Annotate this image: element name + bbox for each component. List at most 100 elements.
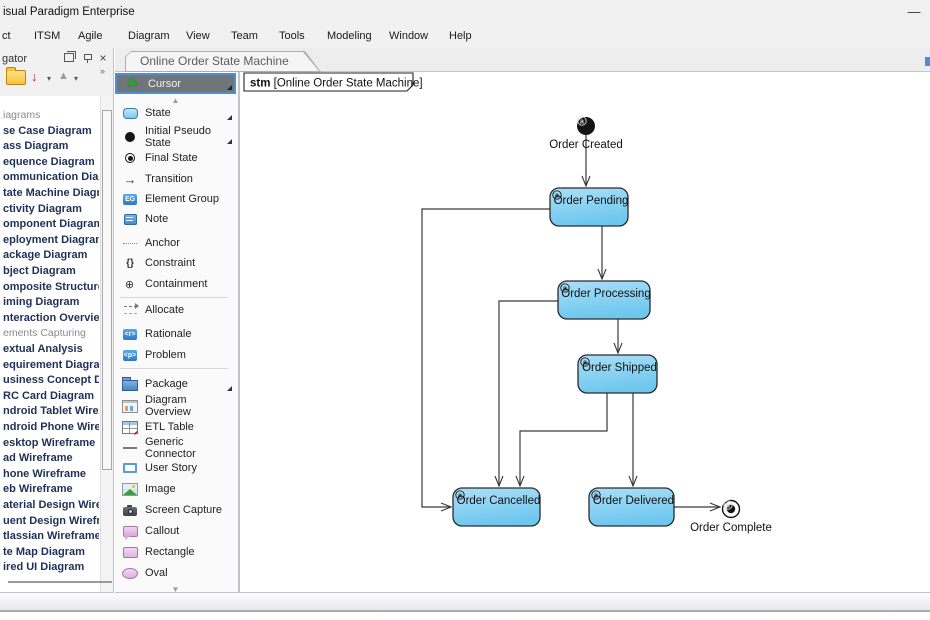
flyout-corner-icon — [227, 115, 232, 120]
state-order-processing[interactable]: Order Processing — [558, 281, 651, 319]
tool-rectangle[interactable]: Rectangle — [122, 543, 234, 561]
tool-containment[interactable]: Containment — [122, 275, 234, 293]
state-order-shipped[interactable]: Order Shipped — [578, 355, 657, 393]
float-panel-icon[interactable] — [62, 51, 76, 64]
image-icon — [122, 482, 138, 496]
tool-label: Oval — [145, 567, 168, 579]
nav-item-hone-wireframe[interactable]: hone Wireframe — [3, 467, 99, 482]
transition-shipped-to-cancelled[interactable] — [520, 393, 607, 486]
nav-item-equence-diagram[interactable]: equence Diagram — [3, 155, 99, 170]
chevron-down-icon[interactable]: ▾ — [47, 74, 51, 83]
menu-team[interactable]: Team — [231, 30, 258, 42]
tool-label: Constraint — [145, 257, 195, 269]
nav-item-te-map-diagram[interactable]: te Map Diagram — [3, 545, 99, 560]
menu-tools[interactable]: Tools — [279, 30, 305, 42]
nav-item-ackage-diagram[interactable]: ackage Diagram — [3, 248, 99, 263]
nav-item-usiness-concept-diagram[interactable]: usiness Concept Diagram — [3, 373, 99, 388]
diagram-tab-label[interactable]: Online Order State Machine — [126, 52, 319, 71]
nav-item-iming-diagram[interactable]: iming Diagram — [3, 295, 99, 310]
menu-modeling[interactable]: Modeling — [327, 30, 372, 42]
transition-processing-to-cancelled[interactable] — [499, 301, 558, 486]
tool-user-story[interactable]: User Story — [122, 459, 234, 477]
toolbar-overflow-icon[interactable]: » — [100, 66, 105, 76]
state-order-delivered[interactable]: Order Delivered — [589, 488, 674, 526]
nav-item-bject-diagram[interactable]: bject Diagram — [3, 264, 99, 279]
tool-note[interactable]: Note — [122, 210, 234, 228]
tool-callout[interactable]: Callout — [122, 522, 234, 540]
transition-pending-to-cancelled[interactable] — [422, 209, 550, 507]
tool-oval[interactable]: Oval — [122, 564, 234, 582]
nav-item-eb-wireframe[interactable]: eb Wireframe — [3, 482, 99, 497]
menu-diagram[interactable]: Diagram — [128, 30, 170, 42]
scrollbar-thumb[interactable] — [102, 110, 112, 470]
tab-bar-edge-widget[interactable] — [925, 57, 930, 66]
nav-item-ired-ui-diagram[interactable]: ired UI Diagram — [3, 560, 99, 575]
nav-item-ass-diagram[interactable]: ass Diagram — [3, 139, 99, 154]
tool-image[interactable]: Image — [122, 480, 234, 498]
tool-generic-connector[interactable]: Generic Connector — [122, 439, 234, 457]
tool-state[interactable]: State — [122, 104, 234, 122]
tool-label: Initial Pseudo State — [145, 125, 234, 149]
tool-etl-table[interactable]: ETL Table — [122, 418, 234, 436]
navigator-vertical-scrollbar[interactable] — [100, 96, 113, 592]
tool-element-group[interactable]: EG Element Group — [122, 190, 234, 208]
nav-item-eployment-diagram[interactable]: eployment Diagram — [3, 233, 99, 248]
nav-item-ndroid-phone-wireframe[interactable]: ndroid Phone Wireframe — [3, 420, 99, 435]
nav-item-ndroid-tablet-wireframe[interactable]: ndroid Tablet Wireframe — [3, 404, 99, 419]
tool-cursor[interactable]: Cursor — [115, 73, 236, 94]
tool-final-state[interactable]: Final State — [122, 149, 234, 167]
pin-panel-icon[interactable] — [80, 51, 94, 64]
tool-constraint[interactable]: Constraint — [122, 254, 234, 272]
containment-icon — [122, 277, 138, 291]
tool-anchor[interactable]: Anchor — [122, 234, 234, 252]
nav-item-se-case-diagram[interactable]: se Case Diagram — [3, 124, 99, 139]
open-folder-icon[interactable] — [6, 70, 26, 85]
tool-label: Note — [145, 213, 168, 225]
nav-item-uent-design-wireframe[interactable]: uent Design Wireframe — [3, 514, 99, 529]
tool-problem[interactable]: <p>Problem — [122, 346, 234, 364]
state-order-cancelled[interactable]: Order Cancelled — [453, 488, 540, 526]
nav-item-tlassian-wireframe[interactable]: tlassian Wireframe — [3, 529, 99, 544]
tool-allocate[interactable]: Allocate — [122, 301, 234, 319]
tool-package[interactable]: Package — [122, 375, 234, 393]
element-group-icon: EG — [122, 192, 138, 206]
final-state[interactable]: Order Complete — [690, 501, 772, 535]
menu-view[interactable]: View — [186, 30, 210, 42]
nav-item-nteraction-overview-diagram[interactable]: nteraction Overview Diagram — [3, 311, 99, 326]
nav-item-omponent-diagram[interactable]: omponent Diagram — [3, 217, 99, 232]
tool-label: Element Group — [145, 193, 219, 205]
nav-item-rc-card-diagram[interactable]: RC Card Diagram — [3, 389, 99, 404]
nav-item-ommunication-diagram[interactable]: ommunication Diagram — [3, 170, 99, 185]
close-panel-icon[interactable]: × — [96, 51, 110, 64]
nav-item-extual-analysis[interactable]: extual Analysis — [3, 342, 99, 357]
tool-label: ETL Table — [145, 421, 194, 433]
navigator-horizontal-scrollbar[interactable] — [8, 581, 112, 583]
tool-rationale[interactable]: <r>Rationale — [122, 325, 234, 343]
nav-item-esktop-wireframe[interactable]: esktop Wireframe — [3, 436, 99, 451]
tool-initial-pseudo-state[interactable]: Initial Pseudo State — [122, 128, 234, 146]
tool-transition[interactable]: Transition — [122, 170, 234, 188]
navigator-panel: gator × ↓ ▾ ▲ ▾ » iagramsse Case Diagram… — [0, 48, 114, 593]
nav-item-tate-machine-diagram[interactable]: tate Machine Diagram — [3, 186, 99, 201]
menu-help[interactable]: Help — [449, 30, 472, 42]
diagram-canvas[interactable]: stm [Online Order State Machine]Order Cr… — [239, 72, 930, 593]
menu-itsm[interactable]: ITSM — [34, 30, 60, 42]
svg-text:a: a — [563, 286, 567, 293]
tool-screen-capture[interactable]: Screen Capture — [122, 501, 234, 519]
state-order-pending[interactable]: Order Pending — [550, 188, 628, 226]
sort-icon[interactable]: ↓ — [31, 69, 38, 84]
nav-item-ctivity-diagram[interactable]: ctivity Diagram — [3, 202, 99, 217]
collapse-all-icon[interactable]: ▲ — [58, 70, 69, 82]
nav-item-ad-wireframe[interactable]: ad Wireframe — [3, 451, 99, 466]
nav-item-aterial-design-wireframe[interactable]: aterial Design Wireframe — [3, 498, 99, 513]
nav-item-equirement-diagram[interactable]: equirement Diagram — [3, 358, 99, 373]
nav-item-omposite-structure-diagram[interactable]: omposite Structure Diagram — [3, 280, 99, 295]
rectangle-icon — [122, 545, 138, 559]
chevron-down-icon[interactable]: ▾ — [74, 74, 78, 83]
minimize-button[interactable]: — — [901, 2, 927, 22]
menu-window[interactable]: Window — [389, 30, 428, 42]
state-label: Order Pending — [554, 195, 629, 207]
menu-ct[interactable]: ct — [2, 30, 11, 42]
menu-agile[interactable]: Agile — [78, 30, 102, 42]
tool-diagram-overview[interactable]: Diagram Overview — [122, 397, 234, 415]
